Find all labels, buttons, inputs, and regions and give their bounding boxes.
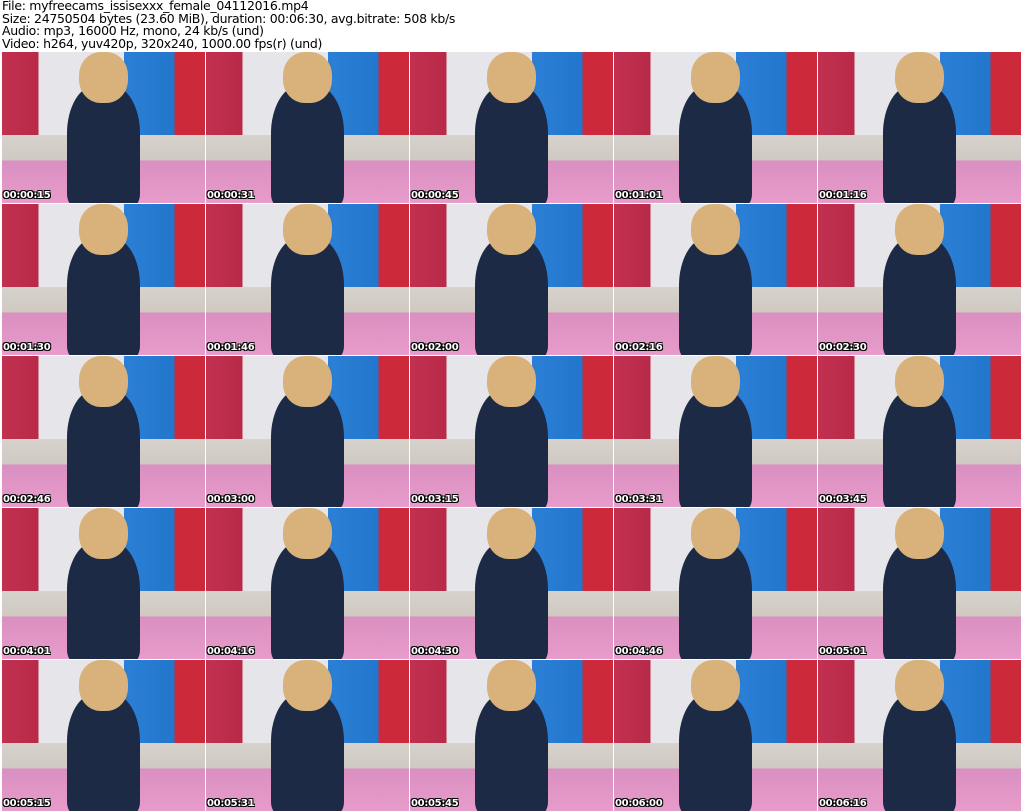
video-thumbnail: 00:01:30: [2, 204, 205, 355]
thumbnail-timestamp: 00:03:15: [411, 494, 459, 505]
thumbnail-timestamp: 00:00:31: [207, 190, 255, 201]
thumbnail-frame-image: [283, 660, 332, 712]
thumbnail-frame-image: [79, 356, 128, 408]
thumbnail-timestamp: 00:03:45: [819, 494, 867, 505]
thumbnail-grid: 00:00:15 00:00:31 00:00:45 00:01:01 00:01:16…: [2, 52, 1021, 811]
video-thumbnail: 00:01:46: [206, 204, 409, 355]
thumbnail-timestamp: 00:04:01: [3, 646, 51, 657]
thumbnail-frame-image: [691, 508, 740, 560]
thumbnail-timestamp: 00:04:46: [615, 646, 663, 657]
thumbnail-frame-image: [283, 356, 332, 408]
thumbnail-frame-image: [691, 660, 740, 712]
thumbnail-timestamp: 00:05:15: [3, 798, 51, 809]
thumbnail-frame-image: [79, 660, 128, 712]
thumbnail-timestamp: 00:02:30: [819, 342, 867, 353]
video-thumbnail: 00:05:01: [818, 508, 1021, 659]
video-thumbnail: 00:01:01: [614, 52, 817, 203]
thumbnail-timestamp: 00:01:01: [615, 190, 663, 201]
video-thumbnail: 00:03:31: [614, 356, 817, 507]
video-thumbnail: 00:00:15: [2, 52, 205, 203]
thumbnail-frame-image: [487, 508, 536, 560]
thumbnail-timestamp: 00:01:46: [207, 342, 255, 353]
thumbnail-frame-image: [283, 204, 332, 256]
thumbnail-frame-image: [895, 660, 944, 712]
thumbnail-frame-image: [79, 204, 128, 256]
video-thumbnail: 00:05:31: [206, 660, 409, 811]
thumbnail-timestamp: 00:01:30: [3, 342, 51, 353]
video-thumbnail: 00:05:15: [2, 660, 205, 811]
video-thumbnail: 00:03:15: [410, 356, 613, 507]
thumbnail-timestamp: 00:02:46: [3, 494, 51, 505]
video-thumbnail: 00:02:30: [818, 204, 1021, 355]
video-thumbnail: 00:00:31: [206, 52, 409, 203]
thumbnail-frame-image: [79, 52, 128, 104]
thumbnail-timestamp: 00:03:00: [207, 494, 255, 505]
video-thumbnail: 00:04:01: [2, 508, 205, 659]
video-thumbnail: 00:03:00: [206, 356, 409, 507]
thumbnail-frame-image: [895, 52, 944, 104]
file-info-header: File: myfreecams_issisexxx_female_041120…: [2, 0, 455, 50]
thumbnail-frame-image: [487, 204, 536, 256]
video-thumbnail: 00:05:45: [410, 660, 613, 811]
video-thumbnail: 00:04:30: [410, 508, 613, 659]
thumbnail-timestamp: 00:02:16: [615, 342, 663, 353]
thumbnail-frame-image: [691, 52, 740, 104]
video-thumbnail: 00:03:45: [818, 356, 1021, 507]
thumbnail-timestamp: 00:05:31: [207, 798, 255, 809]
thumbnail-timestamp: 00:02:00: [411, 342, 459, 353]
video-thumbnail: 00:06:16: [818, 660, 1021, 811]
thumbnail-frame-image: [79, 508, 128, 560]
thumbnail-frame-image: [895, 204, 944, 256]
thumbnail-timestamp: 00:00:45: [411, 190, 459, 201]
thumbnail-frame-image: [283, 508, 332, 560]
video-thumbnail: 00:06:00: [614, 660, 817, 811]
thumbnail-timestamp: 00:06:00: [615, 798, 663, 809]
thumbnail-frame-image: [487, 660, 536, 712]
video-thumbnail: 00:02:00: [410, 204, 613, 355]
video-thumbnail: 00:02:46: [2, 356, 205, 507]
thumbnail-frame-image: [691, 356, 740, 408]
thumbnail-frame-image: [487, 356, 536, 408]
thumbnail-frame-image: [895, 508, 944, 560]
thumbnail-timestamp: 00:03:31: [615, 494, 663, 505]
thumbnail-timestamp: 00:04:30: [411, 646, 459, 657]
thumbnail-frame-image: [691, 204, 740, 256]
thumbnail-timestamp: 00:00:15: [3, 190, 51, 201]
video-thumbnail: 00:04:16: [206, 508, 409, 659]
video-thumbnail: 00:00:45: [410, 52, 613, 203]
thumbnail-timestamp: 00:06:16: [819, 798, 867, 809]
thumbnail-timestamp: 00:05:01: [819, 646, 867, 657]
video-thumbnail: 00:02:16: [614, 204, 817, 355]
thumbnail-timestamp: 00:05:45: [411, 798, 459, 809]
thumbnail-timestamp: 00:04:16: [207, 646, 255, 657]
video-thumbnail: 00:01:16: [818, 52, 1021, 203]
thumbnail-frame-image: [283, 52, 332, 104]
thumbnail-timestamp: 00:01:16: [819, 190, 867, 201]
thumbnail-frame-image: [895, 356, 944, 408]
video-info: Video: h264, yuv420p, 320x240, 1000.00 f…: [2, 35, 323, 51]
thumbnail-frame-image: [487, 52, 536, 104]
video-thumbnail: 00:04:46: [614, 508, 817, 659]
